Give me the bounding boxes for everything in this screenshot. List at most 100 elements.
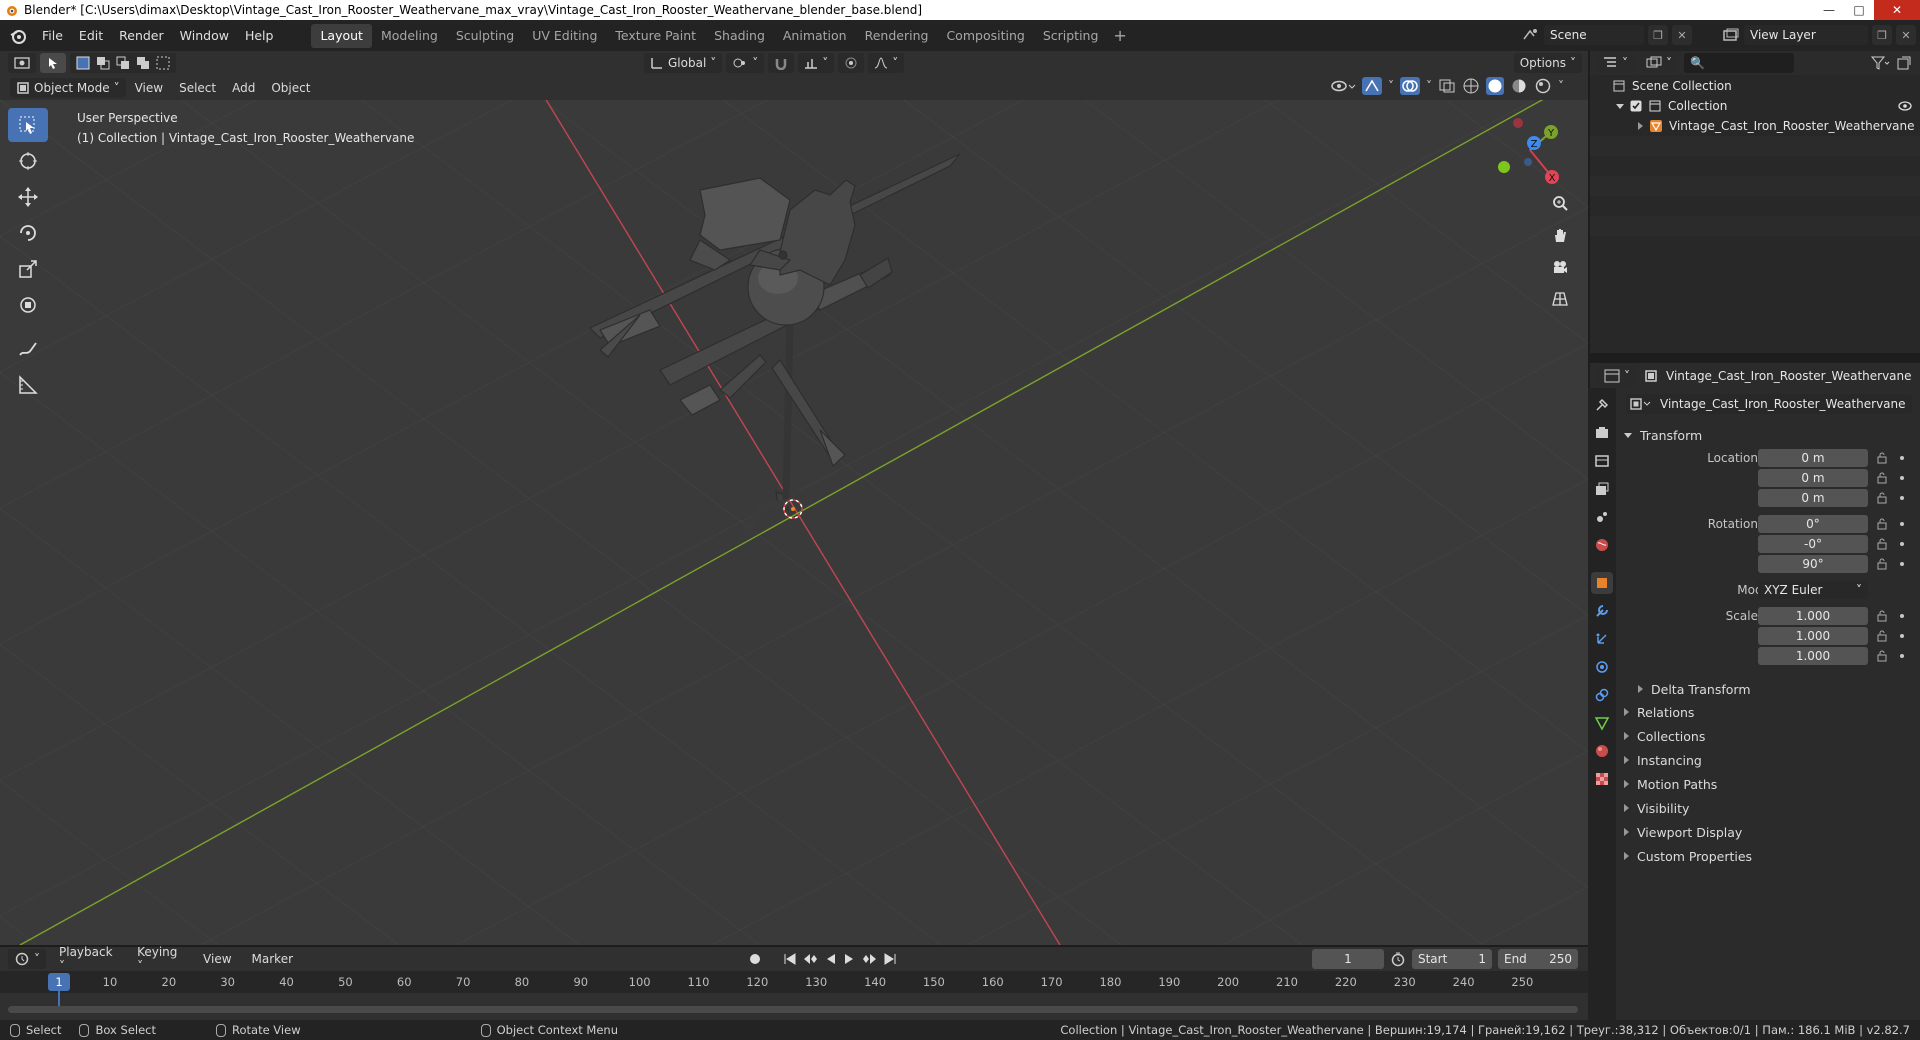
tab-shading[interactable]: Shading [705,24,774,48]
proportional-editing-toggle[interactable] [838,53,865,73]
keyframe-dot-icon[interactable] [1900,562,1904,566]
lock-icon[interactable] [1876,558,1888,570]
pivot-point-dropdown[interactable]: ˅ [726,53,765,73]
expand-collection-icon[interactable] [1616,103,1624,109]
tab-texture-icon[interactable] [1591,768,1613,790]
scale-x-field[interactable]: 1.000 [1758,607,1868,625]
selection-mode-buttons[interactable] [70,53,176,73]
next-keyframe-icon[interactable] [861,953,877,965]
3d-viewport[interactable] [0,100,1588,945]
options-dropdown[interactable]: Options ˅ [1513,53,1582,73]
orthographic-toggle-icon[interactable] [1546,286,1574,312]
restore-button[interactable]: □ [1844,0,1874,20]
expand-object-icon[interactable] [1638,122,1643,130]
collection-checkbox[interactable] [1630,100,1642,112]
play-reverse-icon[interactable] [825,953,837,965]
tab-world-icon[interactable] [1591,534,1613,556]
object-mode-dropdown[interactable]: Object Mode ˅ [10,77,126,98]
tab-animation[interactable]: Animation [774,24,856,48]
keyframe-dot-icon[interactable] [1900,456,1904,460]
menu-file[interactable]: File [34,24,71,48]
jump-end-icon[interactable] [883,953,897,965]
tab-compositing[interactable]: Compositing [937,24,1033,48]
remove-view-layer-button[interactable]: ✕ [1896,25,1916,45]
scene-icon[interactable] [1522,27,1540,43]
rotate-tool[interactable] [8,216,48,250]
shading-material-icon[interactable] [1510,77,1528,95]
properties-editor-type-button[interactable]: ˅ [1598,365,1636,386]
tab-scene-icon[interactable] [1591,506,1613,528]
tab-data-icon[interactable] [1591,712,1613,734]
camera-view-icon[interactable] [1546,254,1574,280]
rotation-x-field[interactable]: 0° [1758,515,1868,533]
active-tool-button[interactable] [40,53,66,73]
pan-hand-icon[interactable] [1546,222,1574,248]
transform-tool[interactable] [8,288,48,322]
lock-icon[interactable] [1876,630,1888,642]
transform-panel-header[interactable]: Transform [1624,424,1702,446]
zoom-icon[interactable] [1546,190,1574,216]
tab-view-layer-icon[interactable] [1591,478,1613,500]
lock-icon[interactable] [1876,610,1888,622]
lock-icon[interactable] [1876,538,1888,550]
outliner-object-row[interactable]: Vintage_Cast_Iron_Rooster_Weathervane [1590,116,1920,136]
shading-solid-icon[interactable] [1486,77,1504,95]
object-selector-icon[interactable] [1630,397,1652,411]
display-mode-dropdown[interactable]: ˅ [1640,53,1678,73]
filter-icon[interactable] [1870,55,1890,71]
playhead-frame-indicator[interactable]: 1 [48,973,70,991]
outliner-editor-type-button[interactable]: ˅ [1596,53,1634,73]
menu-render[interactable]: Render [111,24,172,48]
tab-sculpting[interactable]: Sculpting [447,24,523,48]
select-box-tool[interactable] [8,108,48,142]
end-frame-field[interactable]: End 250 [1497,949,1578,969]
scale-tool[interactable] [8,252,48,286]
lock-icon[interactable] [1876,650,1888,662]
keyframe-dot-icon[interactable] [1900,476,1904,480]
tab-texture-paint[interactable]: Texture Paint [606,24,705,48]
outliner-scene-collection[interactable]: Scene Collection [1590,76,1920,96]
rotation-z-field[interactable]: 90° [1758,555,1868,573]
rotation-mode-dropdown[interactable]: XYZ Euler ˅ [1758,581,1868,599]
snap-toggle[interactable] [768,53,795,73]
shading-dropdown[interactable]: ˅ [1558,79,1564,93]
tab-rendering[interactable]: Rendering [856,24,938,48]
cursor-tool[interactable] [8,144,48,178]
move-tool[interactable] [8,180,48,214]
tab-constraints-icon[interactable] [1591,684,1613,706]
timeline-menu-keying[interactable]: Keying ˅ [130,945,190,973]
viewport-menu-object[interactable]: Object [264,81,317,95]
tab-render-icon[interactable] [1591,422,1613,444]
instancing-panel-header[interactable]: Instancing [1624,749,1702,771]
tab-uv-editing[interactable]: UV Editing [523,24,606,48]
lock-icon[interactable] [1876,452,1888,464]
close-window-button[interactable]: ✕ [1874,0,1920,20]
motion-paths-panel-header[interactable]: Motion Paths [1624,773,1717,795]
keyframe-dot-icon[interactable] [1900,654,1904,658]
view-layer-name-field[interactable]: View Layer [1744,25,1868,45]
timer-icon[interactable] [1390,951,1406,967]
tab-layout[interactable]: Layout [311,23,372,48]
transform-orientation-dropdown[interactable]: Global ˅ [644,53,723,73]
record-icon[interactable] [747,951,763,967]
location-x-field[interactable]: 0 m [1758,449,1868,467]
viewport-menu-view[interactable]: View [128,81,170,95]
object-name-input[interactable]: Vintage_Cast_Iron_Rooster_Weathervane [1656,397,1906,411]
keyframe-dot-icon[interactable] [1900,634,1904,638]
play-icon[interactable] [843,953,855,965]
viewport-menu-add[interactable]: Add [225,81,262,95]
timeline-menu-view[interactable]: View [196,952,238,966]
timeline-menu-marker[interactable]: Marker [245,952,300,966]
editor-type-button[interactable] [8,53,36,73]
snap-settings-dropdown[interactable]: ˅ [798,53,835,73]
tab-modeling[interactable]: Modeling [372,24,447,48]
delta-transform-header[interactable]: Delta Transform [1638,678,1751,700]
rotation-y-field[interactable]: -0° [1758,535,1868,553]
tab-particles-icon[interactable] [1591,628,1613,650]
visibility-selectability-icon[interactable] [1330,78,1356,94]
navigation-gizmo[interactable]: Y Z X [1490,110,1570,190]
collection-eye-icon[interactable] [1898,101,1912,111]
gizmo-dropdown[interactable]: ˅ [1388,79,1394,93]
outliner-search-input[interactable]: 🔍 [1684,53,1794,73]
keyframe-dot-icon[interactable] [1900,614,1904,618]
